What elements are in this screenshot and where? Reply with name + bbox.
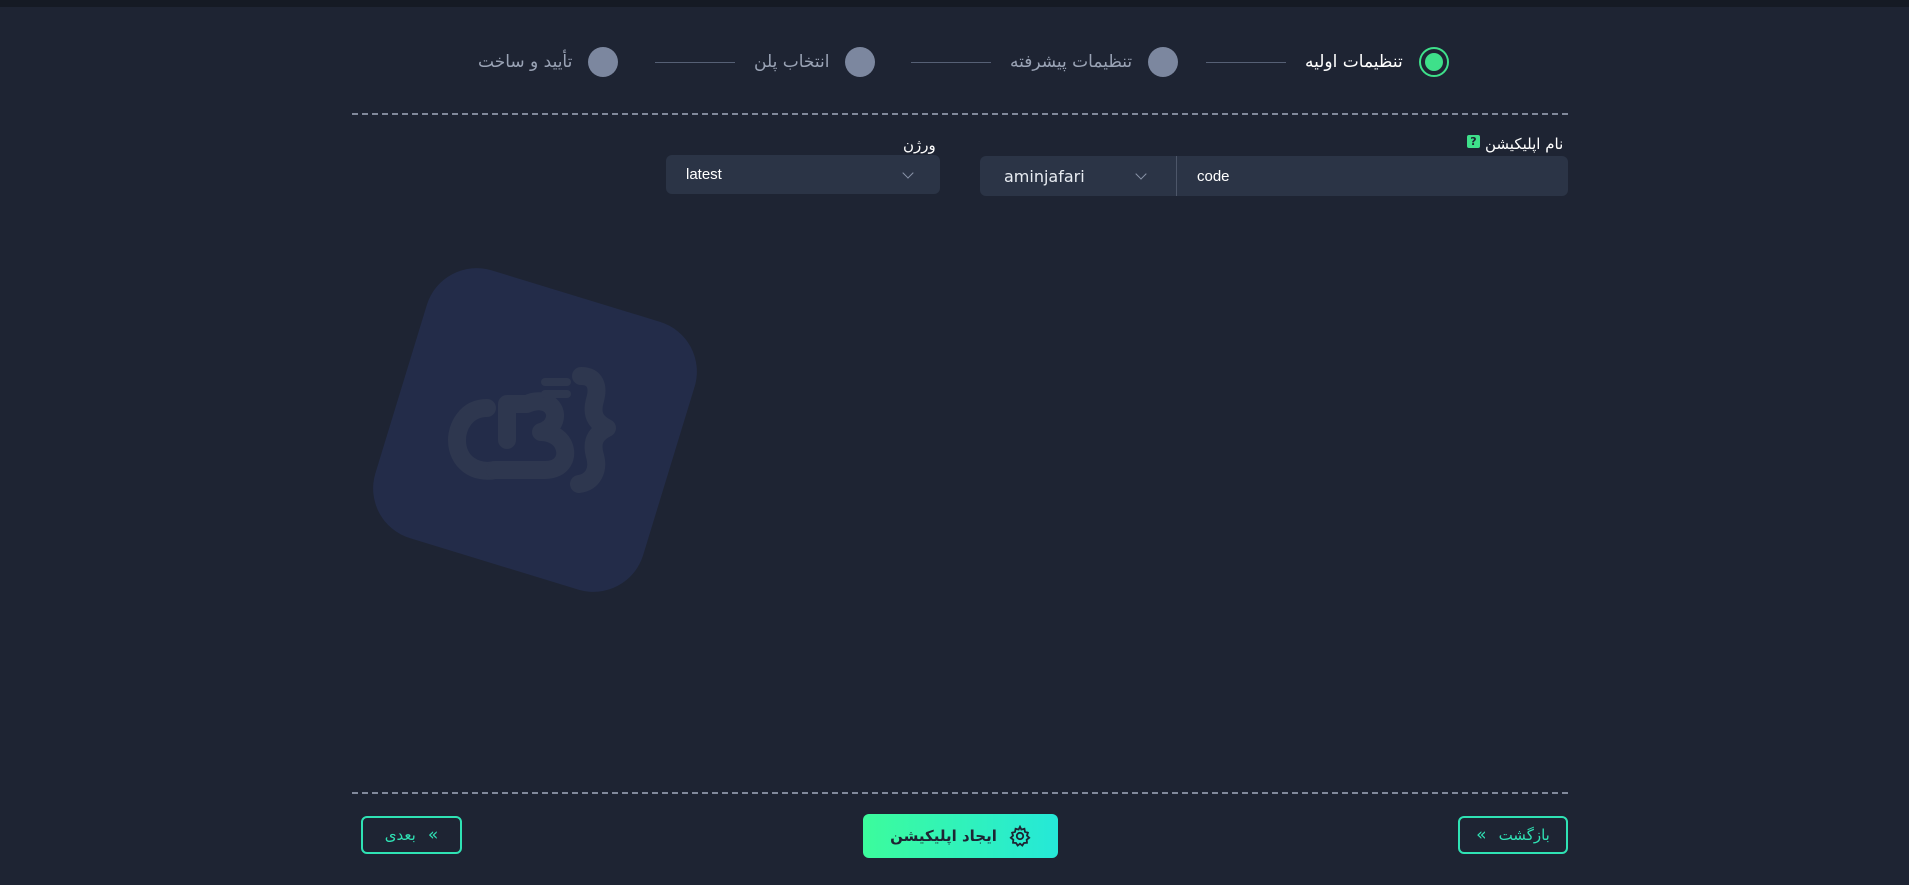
chevron-down-icon bbox=[1135, 168, 1147, 180]
next-button[interactable]: بعدی « bbox=[361, 816, 462, 854]
version-label: ورژن bbox=[903, 136, 936, 154]
app-name-input[interactable] bbox=[1177, 156, 1568, 196]
double-chevron-right-icon: « bbox=[1476, 824, 1487, 845]
back-button[interactable]: « بازگشت bbox=[1458, 816, 1568, 854]
create-button-label: ایجاد اپلیکیشن bbox=[890, 827, 997, 845]
watermark-logo bbox=[360, 255, 710, 605]
step-connector bbox=[1206, 62, 1286, 63]
app-name-field-group: aminjafari bbox=[980, 156, 1568, 196]
step-indicator bbox=[588, 47, 619, 77]
logo-mark-icon bbox=[448, 367, 616, 493]
namespace-value: aminjafari bbox=[1004, 166, 1085, 186]
namespace-select[interactable]: aminjafari bbox=[980, 156, 1177, 196]
step-initial-settings[interactable]: تنظیمات اولیه bbox=[1305, 46, 1449, 78]
step-connector bbox=[655, 62, 735, 63]
app-name-label: نام اپلیکیشن bbox=[1485, 135, 1564, 153]
chevron-down-icon bbox=[902, 167, 914, 179]
version-value: latest bbox=[686, 166, 722, 183]
top-bar bbox=[0, 0, 1909, 7]
step-indicator bbox=[845, 47, 876, 77]
next-button-label: بعدی bbox=[384, 826, 416, 844]
step-confirm-create[interactable]: تأیید و ساخت bbox=[478, 46, 619, 78]
back-button-label: بازگشت bbox=[1498, 826, 1550, 844]
version-select[interactable]: latest bbox=[666, 155, 940, 194]
step-label: تأیید و ساخت bbox=[478, 52, 573, 72]
divider-top bbox=[352, 113, 1568, 115]
step-choose-plan[interactable]: انتخاب پلن bbox=[754, 46, 876, 78]
step-advanced-settings[interactable]: تنظیمات پیشرفته bbox=[1010, 46, 1179, 78]
help-icon[interactable]: ? bbox=[1467, 135, 1480, 148]
double-chevron-left-icon: « bbox=[427, 824, 439, 845]
step-label: تنظیمات اولیه bbox=[1305, 52, 1403, 72]
create-application-button[interactable]: ایجاد اپلیکیشن bbox=[863, 814, 1058, 858]
step-indicator-active bbox=[1418, 47, 1449, 77]
step-connector bbox=[911, 62, 991, 63]
divider-bottom bbox=[352, 792, 1568, 794]
step-label: تنظیمات پیشرفته bbox=[1010, 52, 1133, 72]
step-label: انتخاب پلن bbox=[754, 52, 830, 72]
step-indicator bbox=[1148, 47, 1179, 77]
gear-icon bbox=[1009, 825, 1031, 847]
